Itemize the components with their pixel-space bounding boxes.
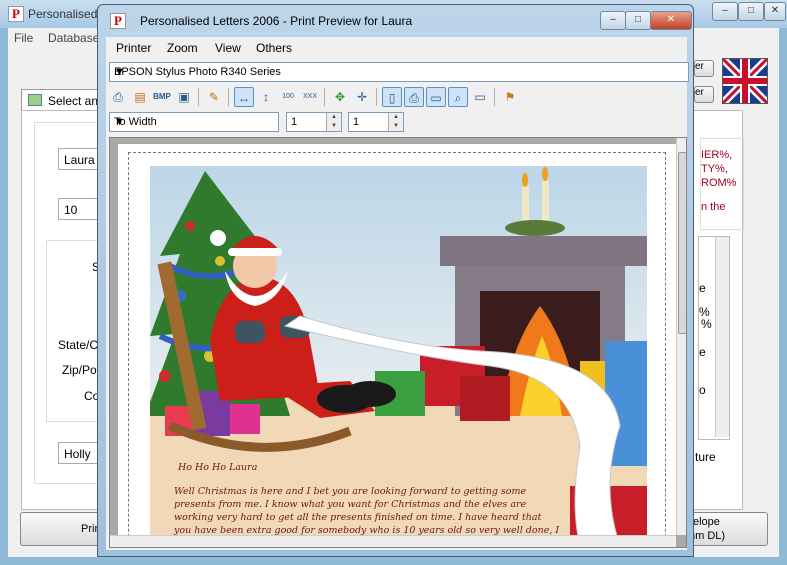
print-preview-window: P Personalised Letters 2006 - Print Prev… [97, 4, 694, 557]
token-4: n the [701, 201, 726, 213]
wide-view-icon[interactable]: ▭ [426, 87, 446, 107]
page-to-value: 1 [353, 116, 360, 128]
stepper-up-icon[interactable]: ▲ [326, 113, 341, 122]
envelope-label-2: nm DL) [689, 530, 726, 542]
preview-menu-bar: Printer Zoom View Others [106, 37, 687, 59]
letter-line-2: presents from me. I know what you want f… [174, 499, 527, 510]
preview-client: Printer Zoom View Others EPSON Stylus Ph… [106, 37, 689, 550]
zoom-mode-select[interactable]: To Width ▼ [109, 112, 279, 132]
main-maximize-icon[interactable]: □ [738, 2, 764, 21]
preview-toolbar: ⎙ ▤ BMP ▣ ✎ ↔ ↕ 100 XXX ✥ ✛ ▯ ⎙ ▭ ⌕ ▭ ⚑ [106, 85, 687, 109]
chevron-down-icon: ▼ [114, 116, 125, 128]
page-view-icon[interactable]: ▯ [382, 87, 402, 107]
fit-page-icon[interactable]: ↕ [256, 87, 276, 107]
tokens-box: IER%, TY%, ROM% n the [700, 138, 744, 230]
tab-icon [28, 94, 42, 106]
crosshair-icon[interactable]: ✛ [352, 87, 372, 107]
right-label-3: % [701, 317, 712, 331]
printer-select[interactable]: EPSON Stylus Photo R340 Series ▼ [109, 62, 689, 82]
app-logo-icon: P [8, 6, 24, 22]
zoom-icon[interactable]: ⌕ [448, 87, 468, 107]
right-label-picture: ture [695, 450, 716, 464]
menu-others[interactable]: Others [256, 41, 292, 55]
preview-horizontal-scrollbar[interactable] [110, 535, 676, 547]
main-title: Personalised [28, 7, 98, 21]
preview-maximize-icon[interactable]: □ [625, 11, 651, 30]
toolbar-separator [228, 88, 229, 106]
right-button-1[interactable]: er [694, 60, 714, 77]
letter-artwork: Ho Ho Ho Laura Well Christmas is here an… [150, 166, 647, 546]
preview-close-icon[interactable]: ✕ [650, 11, 692, 30]
page-to-stepper[interactable]: 1 ▲ ▼ [348, 112, 404, 132]
preview-title-bar: P Personalised Letters 2006 - Print Prev… [110, 10, 692, 32]
thumbnail-icon[interactable]: ▭ [470, 87, 490, 107]
menu-printer[interactable]: Printer [116, 41, 151, 55]
envelope-label-1: elope [693, 516, 720, 528]
zoom-100-icon[interactable]: 100 [278, 87, 298, 107]
preview-logo-icon: P [110, 13, 126, 29]
vertical-scroll-thumb[interactable] [678, 152, 686, 334]
letter-line-3: working very hard to get all the present… [174, 512, 542, 523]
close-preview-icon[interactable]: ⚑ [500, 87, 520, 107]
page-setup-icon[interactable]: ✎ [204, 87, 224, 107]
tab-label: Select an [48, 94, 99, 108]
print-icon[interactable]: ⎙ [108, 87, 128, 107]
bmp-export-icon[interactable]: BMP [152, 87, 172, 107]
page-from-value: 1 [291, 116, 298, 128]
page-from-stepper[interactable]: 1 ▲ ▼ [286, 112, 342, 132]
preview-vertical-scrollbar[interactable] [676, 138, 686, 535]
preview-minimize-icon[interactable]: – [600, 11, 626, 30]
menu-view[interactable]: View [215, 41, 241, 55]
toolbar-separator [494, 88, 495, 106]
right-label-5: o [699, 383, 706, 397]
print-setup-icon[interactable]: ▣ [174, 87, 194, 107]
right-button-2[interactable]: er [694, 86, 714, 103]
main-minimize-icon[interactable]: – [712, 2, 738, 21]
right-label-4: e [699, 345, 706, 359]
print-view-icon[interactable]: ⎙ [404, 87, 424, 107]
stepper-down-icon[interactable]: ▼ [326, 122, 341, 131]
preview-viewport[interactable]: Ho Ho Ho Laura Well Christmas is here an… [109, 137, 687, 548]
letter-line-1: Well Christmas is here and I bet you are… [174, 486, 527, 497]
chevron-down-icon: ▼ [114, 66, 125, 78]
token-2: TY%, [701, 163, 728, 175]
uk-flag-icon [722, 58, 768, 104]
menu-file[interactable]: File [14, 31, 33, 45]
preview-title: Personalised Letters 2006 - Print Previe… [140, 14, 413, 28]
paper-page: Ho Ho Ho Laura Well Christmas is here an… [118, 144, 676, 547]
menu-database[interactable]: Database [48, 31, 99, 45]
right-list[interactable]: e % % e o [698, 236, 730, 440]
token-1: IER%, [701, 149, 733, 161]
move-icon[interactable]: ✥ [330, 87, 350, 107]
toolbar-separator [324, 88, 325, 106]
toolbar-separator [198, 88, 199, 106]
stepper-up-icon[interactable]: ▲ [388, 113, 403, 122]
right-list-scrollbar[interactable] [715, 237, 729, 437]
right-label-1: e [699, 281, 706, 295]
zoom-custom-icon[interactable]: XXX [300, 87, 320, 107]
menu-zoom[interactable]: Zoom [167, 41, 198, 55]
stepper-down-icon[interactable]: ▼ [388, 122, 403, 131]
toolbar-separator [376, 88, 377, 106]
fit-width-icon[interactable]: ↔ [234, 87, 254, 107]
token-3: ROM% [701, 177, 737, 189]
letter-greeting: Ho Ho Ho Laura [178, 462, 258, 473]
main-close-icon[interactable]: ✕ [764, 2, 786, 21]
export-icon[interactable]: ▤ [130, 87, 150, 107]
